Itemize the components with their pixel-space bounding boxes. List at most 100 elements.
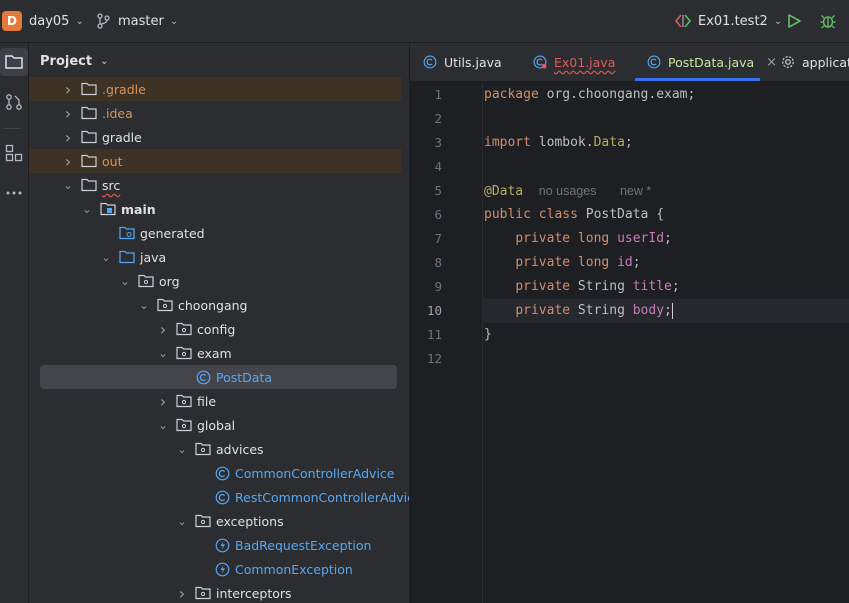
package-icon bbox=[157, 297, 173, 313]
chevron-right-icon[interactable]: › bbox=[156, 389, 170, 413]
line-number-gutter[interactable]: 1 2 3 4 5 6 7 8 9 10 11 12 bbox=[410, 83, 483, 603]
tree-item[interactable]: ⌄ choongang bbox=[29, 293, 401, 317]
editor-tab[interactable]: Ex01.java bbox=[533, 43, 615, 81]
editor-tab[interactable]: Utils.java bbox=[423, 43, 502, 81]
chevron-right-icon[interactable]: › bbox=[175, 581, 189, 603]
tree-item-label: BadRequestException bbox=[235, 537, 372, 553]
code-line-11: } bbox=[484, 327, 492, 342]
debug-bug-icon bbox=[820, 15, 836, 29]
chevron-down-icon[interactable]: ⌄ bbox=[99, 245, 113, 269]
chevron-down-icon[interactable]: ⌄ bbox=[156, 413, 170, 437]
debug-button[interactable] bbox=[819, 0, 837, 42]
settings-icon bbox=[781, 55, 795, 69]
editor-tab-label: Ex01.java bbox=[554, 54, 616, 70]
chevron-down-icon: ⌄ bbox=[100, 55, 109, 67]
line-number: 7 bbox=[434, 231, 442, 246]
tree-item[interactable]: ›BadRequestException bbox=[29, 533, 401, 557]
folder-icon bbox=[5, 55, 23, 69]
chevron-right-icon[interactable]: › bbox=[61, 125, 75, 149]
line-number: 11 bbox=[426, 327, 442, 342]
tree-item[interactable]: ›CommonException bbox=[29, 557, 401, 581]
tree-item[interactable]: ⌄ exam bbox=[29, 341, 401, 365]
tree-item-label: org bbox=[159, 273, 180, 289]
chevron-down-icon: ⌄ bbox=[75, 15, 84, 27]
close-icon[interactable]: × bbox=[766, 55, 777, 70]
tree-item[interactable]: ›RestCommonControllerAdvice bbox=[29, 485, 409, 509]
tree-item[interactable]: ⌄ src bbox=[29, 173, 401, 197]
tree-item[interactable]: ›generated bbox=[29, 221, 401, 245]
project-switcher[interactable]: D day05 ⌄ bbox=[2, 0, 84, 42]
chevron-down-icon[interactable]: ⌄ bbox=[118, 269, 132, 293]
code-line-8: private long id; bbox=[515, 255, 641, 270]
tree-item[interactable]: ⌄ org bbox=[29, 269, 401, 293]
project-badge: D bbox=[2, 11, 22, 31]
more-tools-button[interactable] bbox=[0, 179, 28, 207]
tree-item-label: generated bbox=[140, 225, 205, 241]
chevron-down-icon[interactable]: ⌄ bbox=[80, 197, 94, 221]
code-line-5: @Data no usages new * bbox=[484, 184, 652, 199]
tree-item-label: advices bbox=[216, 441, 264, 457]
line-number: 4 bbox=[434, 159, 442, 174]
tree-item-label: CommonException bbox=[235, 561, 353, 577]
usages-inlay-hint[interactable]: no usages bbox=[539, 184, 597, 198]
exception-class-icon bbox=[214, 561, 230, 577]
run-button[interactable] bbox=[786, 0, 802, 42]
tree-item-label: .idea bbox=[102, 105, 133, 121]
editor-tab-label: applicatio bbox=[802, 54, 849, 70]
chevron-down-icon[interactable]: ⌄ bbox=[156, 341, 170, 365]
tree-item[interactable]: ⌄ global bbox=[29, 413, 401, 437]
project-tool-button[interactable] bbox=[0, 48, 28, 76]
tree-item[interactable]: ⌄ exceptions bbox=[29, 509, 401, 533]
class-icon bbox=[214, 489, 230, 505]
tree-item-label: config bbox=[197, 321, 236, 337]
branch-switcher[interactable]: master ⌄ bbox=[96, 0, 178, 42]
tree-item[interactable]: ›PostData bbox=[40, 365, 397, 389]
tree-item[interactable]: ⌄ main bbox=[29, 197, 401, 221]
blue-folder-icon bbox=[119, 249, 135, 265]
branch-name: master bbox=[118, 13, 164, 29]
tree-item[interactable]: › file bbox=[29, 389, 401, 413]
project-panel: Project ⌄ › .gradle › .idea › gradle › out ⌄ src ⌄… bbox=[29, 43, 409, 603]
commit-tool-button[interactable] bbox=[0, 88, 28, 116]
chevron-right-icon[interactable]: › bbox=[61, 101, 75, 125]
class-icon bbox=[647, 55, 661, 69]
git-branch-icon bbox=[97, 13, 110, 29]
chevron-right-icon[interactable]: › bbox=[156, 317, 170, 341]
tree-item[interactable]: › out bbox=[29, 149, 401, 173]
code-line-1: package org.choongang.exam; bbox=[484, 87, 696, 102]
tree-item[interactable]: ⌄ java bbox=[29, 245, 401, 269]
project-panel-header[interactable]: Project ⌄ bbox=[29, 43, 409, 79]
chevron-down-icon: ⌄ bbox=[169, 15, 179, 27]
chevron-down-icon[interactable]: ⌄ bbox=[175, 509, 189, 533]
line-number: 12 bbox=[426, 351, 442, 366]
tree-item[interactable]: ⌄ advices bbox=[29, 437, 401, 461]
line-number: 9 bbox=[434, 279, 442, 294]
author-inlay-hint[interactable]: new * bbox=[620, 184, 651, 198]
active-tab-indicator bbox=[635, 78, 760, 81]
folder-icon bbox=[81, 81, 97, 97]
run-icon bbox=[788, 14, 801, 28]
editor-tab[interactable]: applicatio bbox=[781, 43, 849, 81]
code-line-9: private String title; bbox=[515, 279, 680, 294]
tree-item[interactable]: ›CommonControllerAdvice bbox=[29, 461, 401, 485]
class-icon bbox=[423, 55, 437, 69]
line-number: 6 bbox=[434, 207, 442, 222]
tree-item[interactable]: › gradle bbox=[29, 125, 401, 149]
tree-item-label: gradle bbox=[102, 129, 142, 145]
folder-icon bbox=[81, 105, 97, 121]
folder-icon bbox=[81, 129, 97, 145]
run-config-selector[interactable]: Ex01.test2 ⌄ bbox=[674, 0, 782, 42]
editor-tab[interactable]: PostData.java × bbox=[635, 43, 777, 81]
chevron-down-icon[interactable]: ⌄ bbox=[175, 437, 189, 461]
chevron-right-icon[interactable]: › bbox=[61, 77, 75, 101]
chevron-down-icon[interactable]: ⌄ bbox=[137, 293, 151, 317]
chevron-down-icon[interactable]: ⌄ bbox=[61, 173, 75, 197]
tree-item[interactable]: › .gradle bbox=[29, 77, 401, 101]
chevron-right-icon[interactable]: › bbox=[61, 149, 75, 173]
tree-item[interactable]: › interceptors bbox=[29, 581, 401, 603]
tree-item[interactable]: › .idea bbox=[29, 101, 401, 125]
line-number: 8 bbox=[434, 255, 442, 270]
code-line-10: private String body; bbox=[515, 302, 673, 319]
structure-tool-button[interactable] bbox=[0, 139, 28, 167]
tree-item[interactable]: › config bbox=[29, 317, 401, 341]
